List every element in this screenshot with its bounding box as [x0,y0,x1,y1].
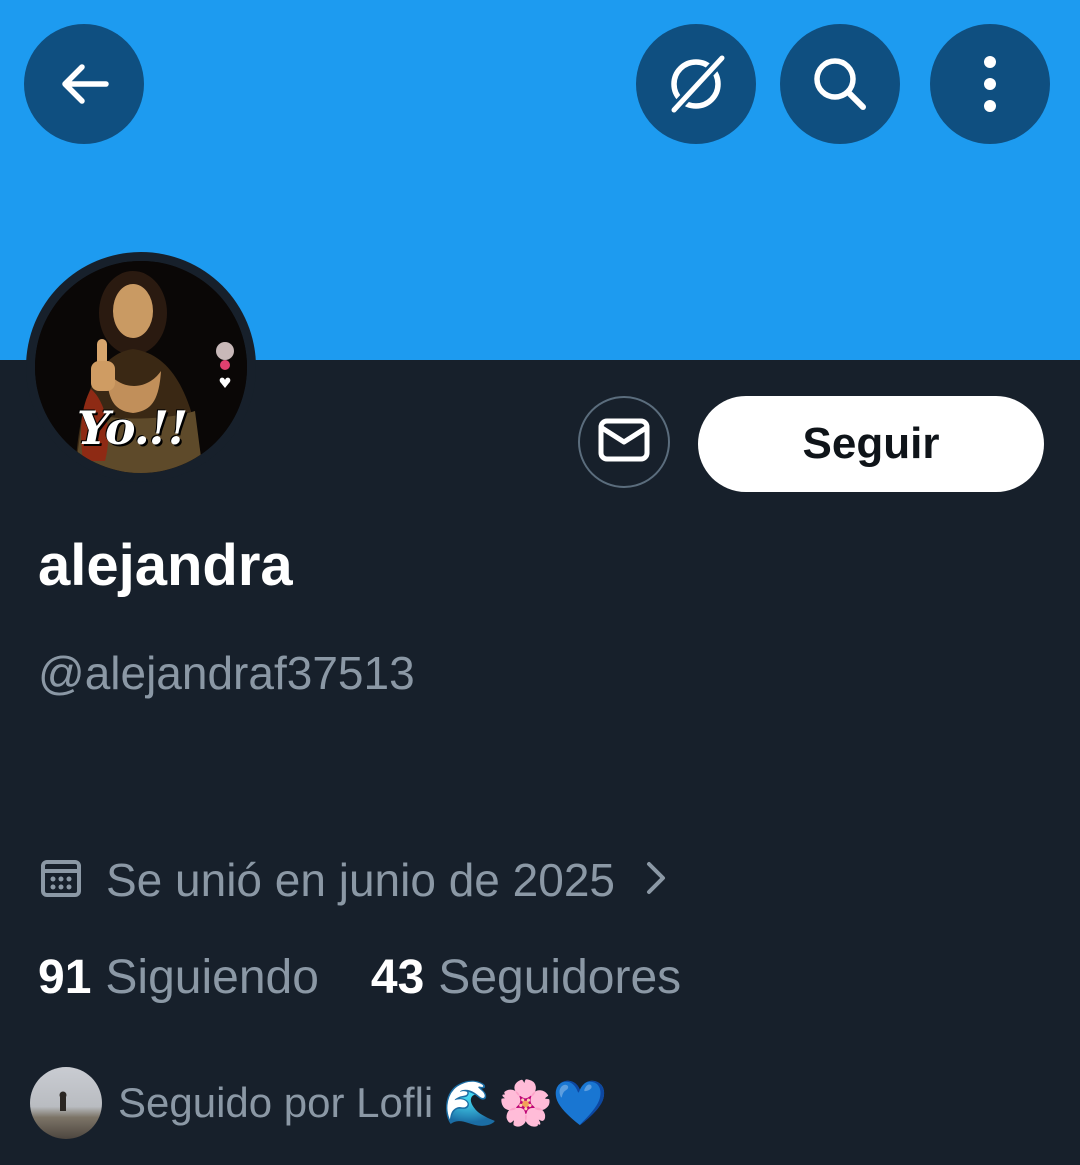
following-label: Siguiendo [105,951,319,1004]
message-button[interactable] [578,396,670,488]
join-date-text: Se unió en junio de 2025 [106,854,615,906]
more-options-button[interactable] [930,24,1050,144]
avatar-image: Yo.!! [35,261,247,473]
profile-avatar[interactable]: Yo.!! [26,252,256,482]
chevron-right-icon [645,860,667,901]
following-stat[interactable]: 91 Siguiendo [38,950,319,1005]
avatar-caption: Yo.!! [77,401,188,455]
following-count: 91 [38,951,92,1004]
followed-by-row[interactable]: Seguido por Lofli 🌊🌸💙 [30,1066,608,1140]
followers-label: Seguidores [438,951,682,1004]
grok-slash-icon [658,46,734,122]
envelope-icon [598,418,650,467]
calendar-icon [40,857,82,904]
follower-avatar [30,1067,102,1139]
arrow-left-icon [56,56,112,112]
more-vertical-icon [980,54,1000,114]
display-name: alejandra [38,533,293,598]
username-handle: @alejandraf37513 [38,647,415,699]
search-icon [807,51,873,117]
grok-button[interactable] [636,24,756,144]
follow-button[interactable]: Seguir [698,396,1044,492]
followed-by-text: Seguido por Lofli [118,1079,434,1126]
back-button[interactable] [24,24,144,144]
follow-stats: 91 Siguiendo 43 Seguidores [38,950,681,1005]
followers-stat[interactable]: 43 Seguidores [371,950,681,1005]
join-date-row[interactable]: Se unió en junio de 2025 [40,850,667,910]
followed-by-emoji: 🌊🌸💙 [443,1078,608,1129]
search-button[interactable] [780,24,900,144]
followers-count: 43 [370,951,425,1004]
